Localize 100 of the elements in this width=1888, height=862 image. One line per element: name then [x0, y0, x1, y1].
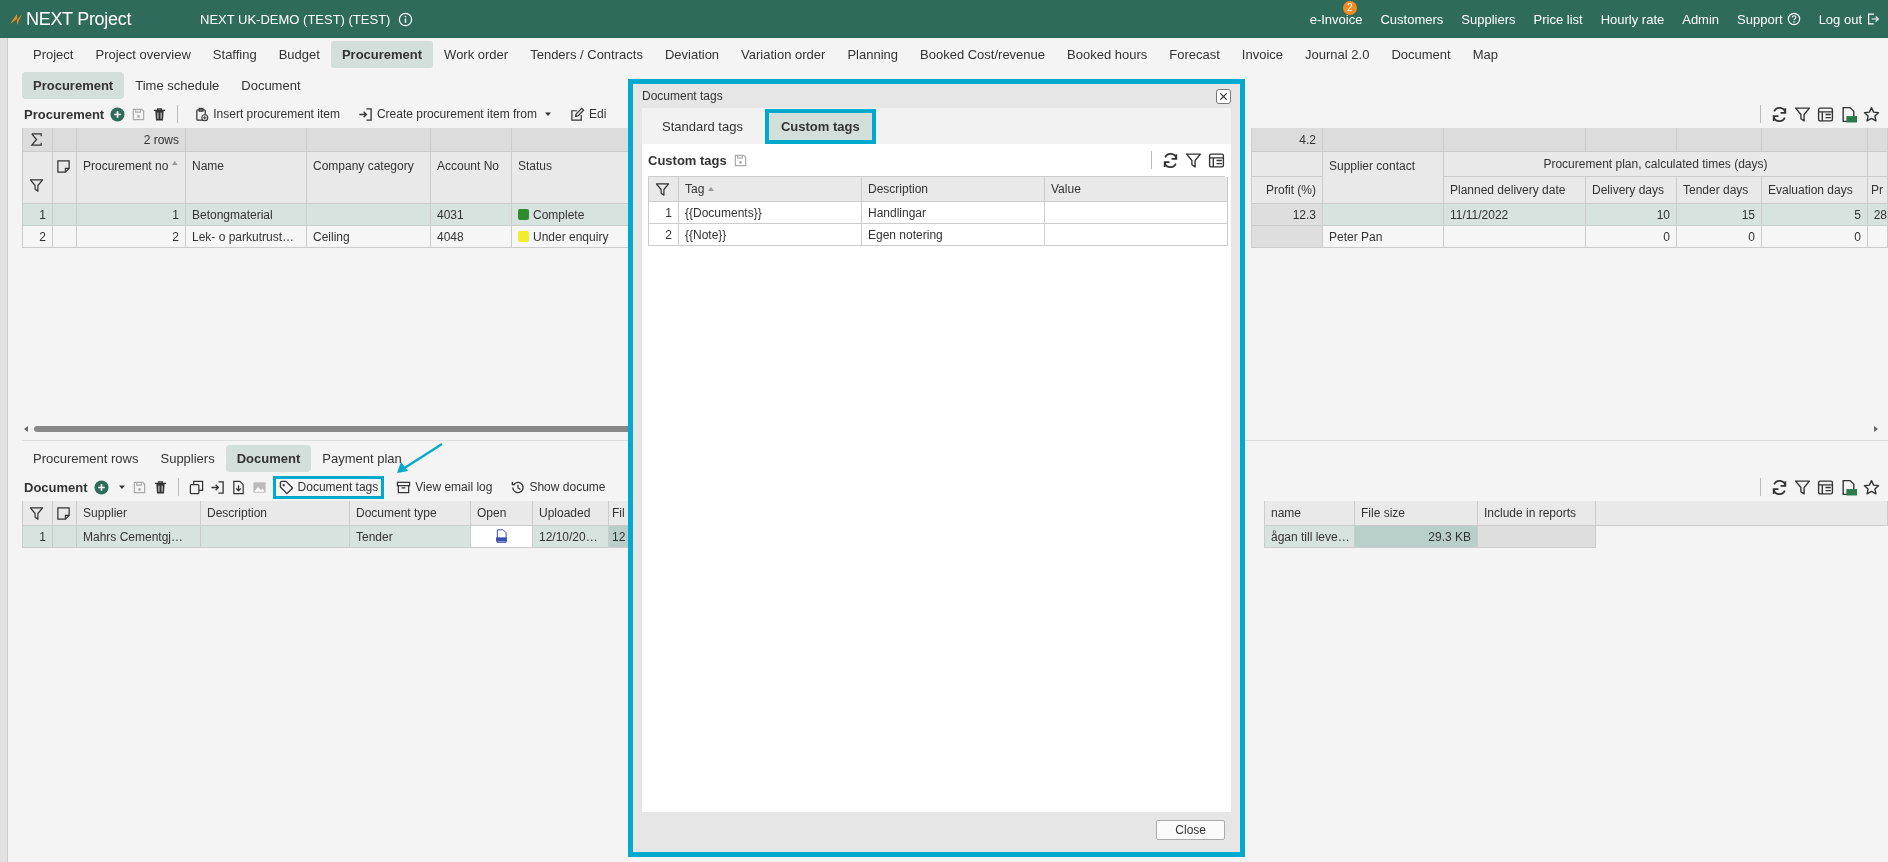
toolbar-button[interactable]: Document tags — [272, 475, 385, 499]
column-header[interactable]: Profit (%) — [1252, 177, 1323, 204]
refresh-icon[interactable] — [1162, 151, 1179, 169]
add-icon[interactable] — [93, 479, 109, 495]
scroll-right-icon[interactable] — [1872, 425, 1880, 433]
sub-tab[interactable]: Document — [230, 71, 312, 99]
star-icon[interactable] — [1863, 478, 1880, 496]
filter-icon[interactable] — [1794, 478, 1811, 496]
table-row[interactable]: 1 Mahrs Cementgj… Tender 12/10/20… 12 — [23, 526, 630, 548]
toolbar-button[interactable]: Show docume — [504, 475, 612, 499]
nav-link[interactable]: Price list — [1533, 11, 1583, 27]
main-tab[interactable]: Project — [22, 40, 85, 68]
main-tab[interactable]: Budget — [267, 40, 331, 68]
main-tab[interactable]: Booked hours — [1056, 40, 1159, 68]
column-header[interactable]: Evaluation days — [1762, 177, 1868, 204]
table-row[interactable]: 12.3 11/11/2022 10 15 5 28 — [1252, 204, 1888, 226]
delete-icon[interactable] — [152, 106, 168, 122]
sub-tab[interactable]: Suppliers — [149, 444, 226, 472]
import-icon[interactable] — [209, 479, 225, 495]
main-tab[interactable]: Journal 2.0 — [1294, 40, 1381, 68]
table-row[interactable]: 2 2 Lek- o parkutrust… Ceiling 4048 Under enquiry — [23, 226, 629, 248]
main-tab[interactable]: Booked Cost/revenue — [909, 40, 1057, 68]
main-tab[interactable]: Planning — [836, 40, 909, 68]
filter-icon[interactable] — [1185, 151, 1202, 169]
add-icon[interactable] — [110, 106, 126, 122]
sub-tab[interactable]: Procurement — [22, 71, 125, 99]
caret-icon[interactable] — [117, 483, 126, 491]
sum-icon[interactable] — [29, 132, 44, 147]
filter-icon[interactable] — [29, 506, 44, 521]
column-header[interactable]: Delivery days — [1586, 177, 1677, 204]
close-button[interactable]: Close — [1156, 820, 1225, 840]
column-header[interactable]: Planned delivery date — [1444, 177, 1586, 204]
column-header[interactable]: Status — [512, 152, 629, 204]
column-header[interactable]: Company category — [307, 152, 431, 204]
table-row[interactable]: Peter Pan 0 0 0 — [1252, 226, 1888, 248]
toolbar-button[interactable]: Edi — [564, 102, 613, 126]
refresh-icon[interactable] — [1771, 105, 1788, 123]
main-tab[interactable]: Forecast — [1158, 40, 1231, 68]
sub-tab[interactable]: Procurement rows — [22, 444, 150, 472]
column-header[interactable]: File size — [1355, 501, 1478, 526]
nav-link[interactable]: Suppliers — [1461, 11, 1516, 27]
toolbar-button[interactable]: Create procurement item from — [351, 102, 558, 126]
main-tab[interactable]: Map — [1461, 40, 1509, 68]
column-header[interactable]: Account No — [431, 152, 512, 204]
column-header[interactable]: Pr — [1868, 177, 1888, 204]
nav-link[interactable]: Admin — [1682, 11, 1720, 27]
main-tab[interactable]: Invoice — [1230, 40, 1295, 68]
column-header[interactable]: Supplier contact — [1323, 152, 1444, 204]
column-header[interactable]: Name — [186, 152, 307, 204]
nav-link[interactable]: Hourly rate — [1600, 11, 1665, 27]
main-tab[interactable]: Procurement — [330, 40, 434, 68]
sub-tab[interactable]: Document — [225, 444, 312, 472]
nav-link[interactable]: Support — [1737, 11, 1801, 27]
info-icon[interactable] — [398, 11, 414, 27]
main-tab[interactable]: Variation order — [730, 40, 837, 68]
star-icon[interactable] — [1863, 105, 1880, 123]
main-tab[interactable]: Tenders / Contracts — [519, 40, 654, 68]
table-row[interactable]: 1 1 Betongmaterial 4031 Complete — [23, 204, 629, 226]
copy-icon[interactable] — [188, 479, 204, 495]
dialog-tab[interactable]: Custom tags — [764, 108, 876, 144]
filter-icon[interactable] — [655, 181, 670, 197]
excel-export-icon[interactable] — [1840, 478, 1857, 496]
toolbar-button[interactable]: Insert procurement item — [188, 102, 346, 126]
dialog-tab[interactable]: Standard tags — [646, 108, 759, 144]
note-icon[interactable] — [56, 159, 71, 174]
sub-tab[interactable]: Payment plan — [311, 444, 413, 472]
excel-export-icon[interactable] — [1840, 105, 1857, 123]
table-row[interactable]: ågan till leve… 29.3 KB — [1265, 526, 1888, 548]
column-header[interactable]: Document type — [350, 501, 471, 526]
column-header[interactable]: Value — [1045, 177, 1228, 202]
column-header[interactable]: Description — [862, 177, 1045, 202]
main-tab[interactable]: Deviation — [653, 40, 731, 68]
nav-link[interactable]: Log out — [1818, 11, 1880, 27]
nav-link[interactable]: Customers — [1380, 11, 1444, 27]
columns-icon[interactable] — [1817, 105, 1834, 123]
refresh-icon[interactable] — [1771, 478, 1788, 496]
columns-icon[interactable] — [1208, 151, 1225, 169]
main-tab[interactable]: Work order — [433, 40, 520, 68]
column-header[interactable]: Fil — [609, 501, 630, 526]
note-icon[interactable] — [56, 506, 71, 521]
toolbar-button[interactable]: View email log — [390, 475, 499, 499]
column-header[interactable]: Open — [471, 501, 533, 526]
column-header[interactable]: Include in reports — [1478, 501, 1596, 526]
column-header[interactable]: Procurement no — [77, 152, 186, 204]
table-row[interactable]: 2 {{Note}} Egen notering — [649, 224, 1225, 246]
table-row[interactable]: 1 {{Documents}} Handlingar — [649, 202, 1225, 224]
app-logo[interactable]: NEXT Project — [26, 8, 132, 30]
close-button[interactable] — [1216, 88, 1231, 104]
main-tab[interactable]: Project overview — [84, 40, 202, 68]
download-icon[interactable] — [230, 479, 246, 495]
column-header[interactable]: Uploaded — [533, 501, 609, 526]
filter-icon[interactable] — [29, 178, 44, 193]
column-header[interactable]: Supplier — [77, 501, 201, 526]
main-tab[interactable]: Document — [1380, 40, 1462, 68]
column-header[interactable]: name — [1265, 501, 1355, 526]
scroll-left-icon[interactable] — [22, 425, 30, 433]
columns-icon[interactable] — [1817, 478, 1834, 496]
filter-icon[interactable] — [1794, 105, 1811, 123]
document-file-icon[interactable] — [494, 529, 509, 544]
delete-icon[interactable] — [152, 479, 168, 495]
